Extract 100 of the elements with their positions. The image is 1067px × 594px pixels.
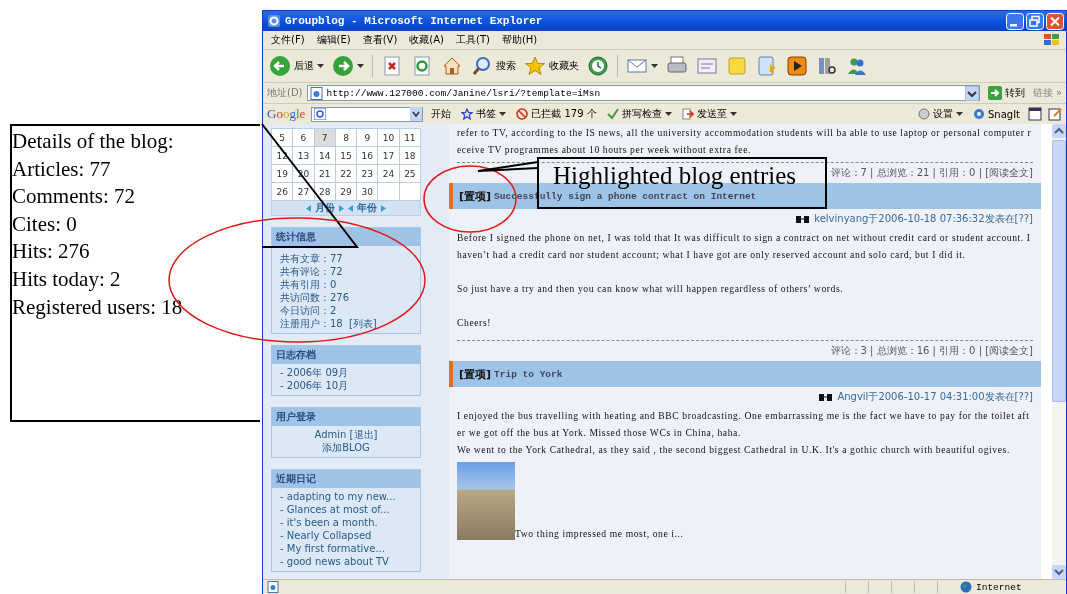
close-icon[interactable] bbox=[1046, 12, 1064, 30]
post-title[interactable]: Trip to York bbox=[494, 368, 563, 380]
post-author[interactable]: Angvil于2006-10-17 04:31:00发表在[??] bbox=[837, 390, 1033, 404]
post-text: Cheers! bbox=[457, 316, 493, 330]
forward-icon bbox=[332, 55, 354, 77]
check-icon bbox=[606, 108, 619, 120]
calendar-day[interactable]: 8 bbox=[335, 129, 358, 147]
calendar-day[interactable]: 6 bbox=[293, 129, 315, 147]
calendar-day[interactable]: 24 bbox=[378, 165, 400, 183]
calendar-day[interactable]: 17 bbox=[378, 147, 400, 165]
scroll-up-icon[interactable] bbox=[1052, 124, 1066, 138]
menu-item[interactable]: 文件(F) bbox=[271, 33, 305, 47]
calendar-day[interactable]: 13 bbox=[293, 147, 315, 165]
toolbar-button[interactable]: SnagIt bbox=[970, 108, 1022, 120]
calendar-day[interactable]: 22 bbox=[335, 165, 358, 183]
toolbar-button[interactable]: 收藏夹 bbox=[522, 53, 581, 79]
annotation-text: Registered users: 18 bbox=[12, 293, 183, 321]
edit-icon[interactable] bbox=[1048, 107, 1062, 121]
search-icon bbox=[471, 55, 493, 77]
note-icon bbox=[726, 55, 748, 77]
sidebar-item: 共有引用：0 bbox=[280, 279, 337, 290]
minimize-icon[interactable] bbox=[1006, 12, 1024, 30]
previous-icon[interactable] bbox=[348, 204, 353, 212]
back-icon bbox=[269, 55, 291, 77]
scroll-down-icon[interactable] bbox=[1052, 565, 1066, 579]
sidebar-item: 共有评论：72 bbox=[280, 266, 343, 277]
calendar-day[interactable]: 9 bbox=[357, 129, 379, 147]
google-logo: Google bbox=[267, 106, 306, 122]
post-text: Two thing impressed me most, one i... bbox=[515, 528, 684, 540]
toolbar-button[interactable] bbox=[585, 53, 611, 79]
dropdown-arrow-icon[interactable] bbox=[964, 85, 979, 101]
post-meta: 评论：7 | 总浏览：21 | 引用：0 | [阅读全文] bbox=[830, 166, 1033, 181]
scroll-thumb[interactable] bbox=[1052, 140, 1066, 402]
sidebar-item: 共访问数：276 bbox=[280, 292, 350, 303]
sidebar-item[interactable]: Admin [退出] bbox=[314, 429, 378, 440]
toolbar-button[interactable]: 发送至 bbox=[679, 107, 739, 121]
menu-item[interactable]: 查看(V) bbox=[362, 33, 398, 47]
calendar-day[interactable]: 14 bbox=[314, 147, 336, 165]
sidebar-item[interactable]: 注册用户：18 bbox=[280, 318, 343, 329]
sidebar-item: - it's been a month. bbox=[280, 517, 378, 528]
toolbar-button[interactable]: 开始 bbox=[429, 107, 454, 121]
menu-item[interactable]: 编辑(E) bbox=[316, 33, 351, 47]
calendar-day[interactable]: 30 bbox=[357, 183, 379, 201]
scrollbar[interactable] bbox=[1052, 124, 1066, 579]
toolbar-button[interactable]: 书签 bbox=[459, 107, 509, 121]
list-link[interactable]: [列表] bbox=[348, 318, 377, 329]
calendar-day[interactable]: 27 bbox=[293, 183, 315, 201]
toolbar-button[interactable]: 后退 bbox=[267, 53, 326, 79]
sidebar-item: - Glances at most of... bbox=[280, 504, 390, 515]
pinned-tag: [置项] bbox=[459, 188, 492, 204]
previous-icon[interactable] bbox=[306, 204, 311, 212]
sidebar-item[interactable]: 添加BLOG bbox=[322, 442, 370, 453]
favorites-icon bbox=[524, 55, 546, 77]
restore-icon[interactable] bbox=[1026, 12, 1044, 30]
calendar-day[interactable]: 18 bbox=[399, 147, 421, 165]
zone-label: Internet bbox=[975, 581, 1023, 593]
toolbar-button[interactable]: 拼写检查 bbox=[604, 107, 674, 121]
annotation-text: Cites: 0 bbox=[12, 210, 77, 238]
panel-title: 用户登录 bbox=[272, 408, 420, 426]
media-icon bbox=[786, 55, 808, 77]
home-icon bbox=[441, 55, 463, 77]
calendar-day[interactable]: 29 bbox=[335, 183, 358, 201]
toolbar-button[interactable]: 设置 bbox=[915, 107, 965, 121]
calendar-day[interactable]: 21 bbox=[314, 165, 336, 183]
address-label: 地址(D) bbox=[267, 86, 303, 100]
annotation-text: Details of the blog: bbox=[12, 128, 174, 155]
calendar-day[interactable]: 10 bbox=[378, 129, 400, 147]
search-field[interactable] bbox=[311, 106, 424, 122]
go-button[interactable]: 转到 bbox=[983, 86, 1029, 100]
menu-item[interactable]: 收藏(A) bbox=[409, 33, 444, 47]
toolbar-button[interactable]: 已拦截 179 个 bbox=[514, 107, 599, 121]
stop-icon bbox=[381, 55, 403, 77]
post-text: We went to the York Cathedral, as they said , the second biggest Cathedral in U.K. It's a gothic church with beautiful ogives. bbox=[457, 443, 1011, 457]
windows-logo-icon bbox=[1042, 32, 1062, 48]
calendar-day[interactable]: 11 bbox=[399, 129, 421, 147]
calendar-day[interactable]: 25 bbox=[399, 165, 421, 183]
menu-item[interactable]: 工具(T) bbox=[456, 33, 490, 47]
browser-icon bbox=[267, 14, 281, 28]
window-icon[interactable] bbox=[1028, 107, 1042, 121]
post-text: So just have a try and then you can know what will happen regardless of others’ words. bbox=[457, 282, 845, 296]
globe-icon bbox=[960, 581, 972, 593]
menu-item[interactable]: 帮助(H) bbox=[501, 33, 538, 47]
post-author[interactable]: kelvinyang于2006-10-18 07:36:32发表在[??] bbox=[814, 212, 1033, 226]
annotation-text: Hits: 276 bbox=[12, 238, 90, 266]
calendar-day[interactable]: 15 bbox=[335, 147, 358, 165]
address-field[interactable]: http://www.127000.com/Janine/lsri/?template=iMsn bbox=[306, 85, 980, 101]
next-icon[interactable] bbox=[339, 204, 344, 212]
calendar-day[interactable]: 7 bbox=[314, 129, 336, 147]
annotation-text: Highlighted blog entries bbox=[553, 162, 797, 189]
toolbar-button[interactable] bbox=[784, 53, 810, 79]
calendar-day[interactable]: 23 bbox=[357, 165, 379, 183]
next-icon[interactable] bbox=[381, 204, 386, 212]
calendar-day[interactable]: 19 bbox=[272, 165, 294, 183]
calendar-day[interactable]: 5 bbox=[272, 129, 294, 147]
calendar-day[interactable]: 16 bbox=[357, 147, 379, 165]
annotation-text: Articles: 77 bbox=[12, 155, 111, 183]
blocked-icon bbox=[516, 108, 529, 120]
toolbar-button[interactable]: 搜索 bbox=[469, 53, 518, 79]
calendar-day[interactable]: 26 bbox=[272, 183, 294, 201]
panel-title: 近期日记 bbox=[272, 470, 420, 488]
